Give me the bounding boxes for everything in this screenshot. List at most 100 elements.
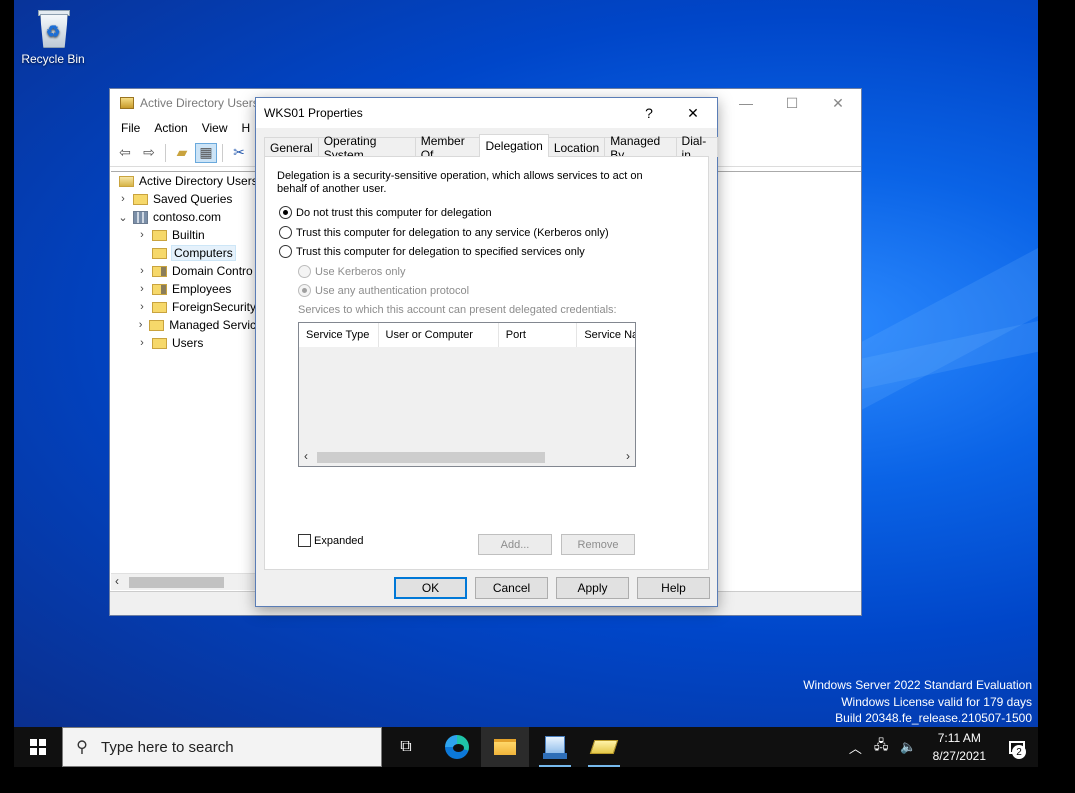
close-button[interactable]: ✕: [815, 89, 861, 117]
windows-watermark: Windows Server 2022 Standard Evaluation …: [803, 677, 1032, 727]
tree-item-label: Saved Queries: [153, 192, 233, 206]
tab-general[interactable]: General: [264, 137, 319, 157]
dialog-titlebar[interactable]: WKS01 Properties ? ✕: [256, 98, 717, 128]
aduc-taskbar-button[interactable]: [580, 727, 628, 767]
help-icon[interactable]: ?: [629, 98, 669, 128]
start-button[interactable]: [14, 727, 62, 767]
tree-item-computers[interactable]: Computers: [111, 244, 256, 262]
server-manager-icon: [543, 736, 567, 759]
delegation-panel: Delegation is a security-sensitive opera…: [264, 156, 709, 570]
tree-item-employees[interactable]: › Employees: [111, 280, 256, 298]
notification-center-button[interactable]: 2: [996, 727, 1038, 767]
network-icon[interactable]: 🖧: [868, 727, 895, 767]
tab-member-of[interactable]: Member Of: [414, 134, 481, 162]
column-service-type[interactable]: Service Type: [299, 323, 379, 347]
radio-button-disabled[interactable]: [298, 284, 311, 297]
aduc-root-icon: [119, 175, 134, 187]
running-indicator: [588, 765, 620, 767]
dialog-title: WKS01 Properties: [264, 106, 363, 120]
tree-item-label: ForeignSecurity: [171, 300, 256, 314]
tree-item-managed-service[interactable]: › Managed Servic: [111, 316, 256, 334]
menu-view[interactable]: View: [195, 121, 235, 135]
cancel-button[interactable]: Cancel: [475, 577, 548, 599]
scrollbar-thumb[interactable]: [317, 452, 545, 463]
scroll-left-icon[interactable]: ‹: [115, 574, 119, 588]
server-manager-taskbar-button[interactable]: [531, 727, 579, 767]
file-explorer-taskbar-button[interactable]: [481, 727, 529, 767]
expanded-checkbox[interactable]: [298, 534, 311, 547]
help-button[interactable]: Help: [637, 577, 710, 599]
radio-no-trust[interactable]: Do not trust this computer for delegatio…: [279, 206, 492, 219]
radio-kerberos-only[interactable]: Use Kerberos only: [298, 265, 406, 278]
scroll-right-icon[interactable]: ›: [626, 449, 630, 463]
services-list[interactable]: Service Type User or Computer Port Servi…: [298, 322, 636, 467]
cut-icon[interactable]: ✂: [228, 143, 250, 163]
tab-location[interactable]: Location: [547, 137, 606, 157]
windows-logo-icon: [30, 739, 46, 755]
services-horizontal-scrollbar[interactable]: ‹ ›: [299, 449, 635, 466]
column-service-name[interactable]: Service Na: [577, 323, 635, 347]
radio-button-disabled[interactable]: [298, 265, 311, 278]
close-icon[interactable]: ✕: [673, 98, 713, 128]
radio-label: Trust this computer for delegation to sp…: [296, 245, 585, 258]
folder-icon: [133, 193, 148, 205]
aduc-app-icon: [120, 97, 134, 109]
recycle-bin-shortcut[interactable]: ♻ Recycle Bin: [14, 6, 92, 66]
chevron-right-icon[interactable]: ›: [117, 193, 129, 205]
task-view-button[interactable]: ⧉: [382, 727, 430, 767]
chevron-right-icon[interactable]: ›: [136, 265, 148, 277]
ok-button[interactable]: OK: [394, 577, 467, 599]
tree-item-domain-controllers[interactable]: › Domain Contro: [111, 262, 256, 280]
show-console-tree-icon[interactable]: ▦: [195, 142, 217, 163]
remove-button[interactable]: Remove: [561, 534, 635, 555]
column-user-or-computer[interactable]: User or Computer: [379, 323, 499, 347]
tree-item-builtin[interactable]: › Builtin: [111, 226, 256, 244]
tree-item-users[interactable]: › Users: [111, 334, 256, 352]
forward-arrow-icon[interactable]: ⇨: [138, 143, 160, 163]
tree-item-domain[interactable]: ⌄ contoso.com: [111, 208, 256, 226]
expanded-checkbox-row[interactable]: Expanded: [298, 534, 364, 547]
back-arrow-icon[interactable]: ⇦: [114, 143, 136, 163]
tree-horizontal-scrollbar[interactable]: ‹: [111, 573, 256, 590]
tree-root[interactable]: Active Directory Users a: [111, 172, 256, 190]
chevron-up-icon[interactable]: ︿: [843, 727, 868, 767]
chevron-right-icon[interactable]: ›: [136, 319, 145, 331]
tree-item-label: Users: [172, 336, 204, 350]
volume-muted-icon[interactable]: 🔈: [894, 727, 922, 767]
radio-label: Use any authentication protocol: [315, 284, 470, 297]
menu-help[interactable]: H: [235, 121, 258, 135]
radio-button[interactable]: [279, 245, 292, 258]
tree-item-saved-queries[interactable]: › Saved Queries: [111, 190, 256, 208]
chevron-down-icon[interactable]: ⌄: [117, 211, 129, 224]
radio-trust-any[interactable]: Trust this computer for delegation to an…: [279, 226, 609, 239]
radio-any-protocol[interactable]: Use any authentication protocol: [298, 284, 469, 297]
chevron-right-icon[interactable]: ›: [136, 337, 148, 349]
maximize-button[interactable]: ☐: [769, 89, 815, 117]
apply-button[interactable]: Apply: [556, 577, 629, 599]
tab-dial-in[interactable]: Dial-in: [675, 134, 718, 162]
scroll-left-icon[interactable]: ‹: [304, 449, 308, 463]
minimize-button[interactable]: —: [723, 89, 769, 117]
column-port[interactable]: Port: [499, 323, 578, 347]
chevron-right-icon[interactable]: ›: [136, 283, 148, 295]
radio-label: Trust this computer for delegation to an…: [296, 226, 609, 239]
edge-taskbar-button[interactable]: [433, 727, 481, 767]
up-folder-icon[interactable]: ▰: [171, 143, 193, 163]
tab-delegation[interactable]: Delegation: [479, 134, 549, 157]
clock[interactable]: 7:11 AM 8/27/2021: [923, 729, 996, 765]
tab-managed-by[interactable]: Managed By: [604, 134, 677, 162]
menu-action[interactable]: Action: [147, 121, 194, 135]
radio-button[interactable]: [279, 226, 292, 239]
radio-label: Do not trust this computer for delegatio…: [296, 206, 492, 219]
chevron-right-icon[interactable]: ›: [136, 229, 148, 241]
tree-item-foreign-security[interactable]: › ForeignSecurity: [111, 298, 256, 316]
chevron-right-icon[interactable]: ›: [136, 301, 148, 313]
scrollbar-thumb[interactable]: [129, 577, 224, 588]
menu-file[interactable]: File: [114, 121, 147, 135]
radio-button-checked[interactable]: [279, 206, 292, 219]
radio-trust-specified[interactable]: Trust this computer for delegation to sp…: [279, 245, 585, 258]
taskbar-search-box[interactable]: ⚲ Type here to search: [62, 727, 382, 767]
folder-icon: [151, 301, 167, 313]
add-button[interactable]: Add...: [478, 534, 552, 555]
tab-operating-system[interactable]: Operating System: [317, 134, 416, 162]
